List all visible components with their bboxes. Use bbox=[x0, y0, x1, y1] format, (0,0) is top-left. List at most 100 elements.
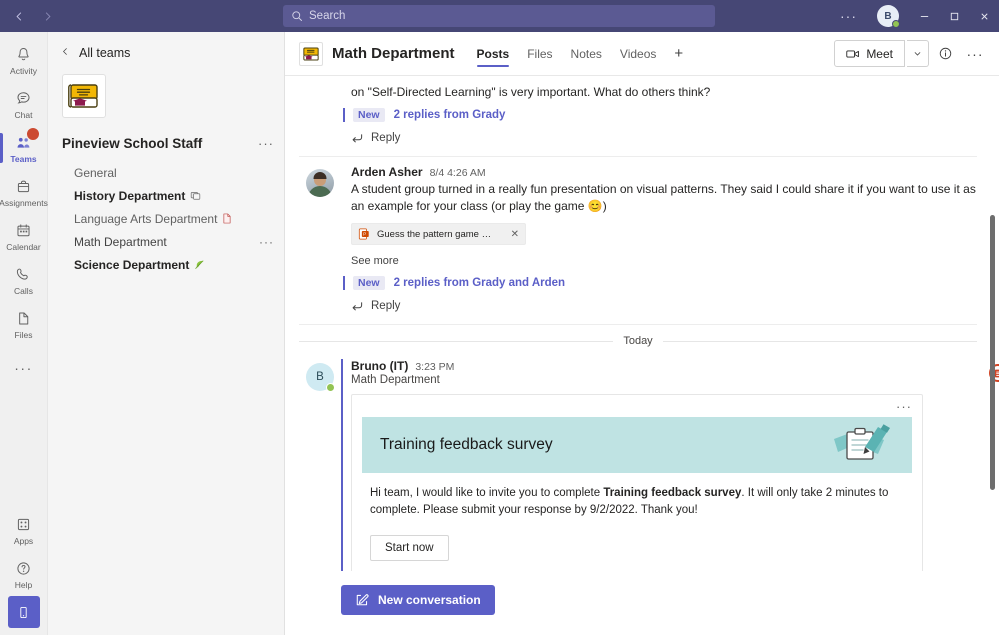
message-arden-asher: Arden Asher 8/4 4:26 AM A student group … bbox=[299, 157, 977, 318]
tab-videos[interactable]: Videos bbox=[612, 32, 664, 76]
new-badge: New bbox=[353, 108, 385, 122]
sidebar-item-activity[interactable]: Activity bbox=[0, 38, 48, 82]
mobile-device-icon bbox=[16, 605, 31, 620]
team-avatar-pineview[interactable] bbox=[62, 74, 106, 118]
tab-label: Posts bbox=[476, 46, 510, 61]
reply-button[interactable]: Reply bbox=[351, 296, 977, 318]
all-teams-back-link[interactable]: All teams bbox=[48, 40, 284, 66]
sidebar-item-apps[interactable]: Apps bbox=[0, 508, 48, 552]
assignments-icon bbox=[15, 177, 32, 197]
message-content: on "Self-Directed Learning" is very impo… bbox=[341, 76, 977, 150]
channel-more-options-button[interactable]: ··· bbox=[259, 235, 274, 249]
start-now-button[interactable]: Start now bbox=[370, 535, 449, 561]
reply-button[interactable]: Reply bbox=[351, 128, 977, 150]
search-container: Search bbox=[283, 5, 715, 27]
book-team-icon bbox=[64, 76, 104, 116]
close-button[interactable] bbox=[969, 0, 999, 32]
avatar[interactable]: B bbox=[306, 363, 335, 392]
survey-name-bold: Training feedback survey bbox=[603, 487, 742, 499]
sidebar-item-teams[interactable]: Teams bbox=[0, 126, 48, 170]
separator-line-left bbox=[299, 340, 614, 342]
avatar-initial: B bbox=[884, 10, 892, 22]
sidebar-item-calendar[interactable]: Calendar bbox=[0, 214, 48, 258]
left-app-rail: Activity Chat Teams Assignments Calendar… bbox=[0, 32, 48, 635]
message-list-scroll[interactable]: on "Self-Directed Learning" is very impo… bbox=[285, 76, 999, 571]
channel-info-button[interactable] bbox=[931, 40, 959, 68]
sidebar-item-chat[interactable]: Chat bbox=[0, 82, 48, 126]
message-replies-bar[interactable]: New 2 replies from Grady and Arden bbox=[343, 276, 977, 290]
replies-link[interactable]: 2 replies from Grady bbox=[394, 109, 506, 121]
scrollbar-thumb[interactable] bbox=[990, 215, 995, 491]
channel-more-options-button[interactable]: ··· bbox=[961, 40, 989, 68]
sidebar-item-calls[interactable]: Calls bbox=[0, 258, 48, 302]
sidebar-item-label: Apps bbox=[13, 535, 34, 546]
message-author: Bruno (IT) bbox=[351, 359, 409, 373]
message-scrollbar[interactable] bbox=[990, 78, 995, 569]
channel-item-history-department[interactable]: History Department bbox=[48, 184, 284, 207]
tab-notes[interactable]: Notes bbox=[563, 32, 610, 76]
sidebar-item-files[interactable]: Files bbox=[0, 302, 48, 346]
close-icon[interactable]: ✕ bbox=[511, 229, 519, 240]
user-avatar[interactable]: B bbox=[877, 5, 900, 28]
sidebar-item-label: Assignments bbox=[0, 197, 48, 208]
message-avatar-column bbox=[299, 76, 341, 150]
attachment-chip[interactable]: P Guess the pattern game show.pptx ✕ bbox=[351, 223, 526, 245]
attachment-filename: Guess the pattern game show.pptx bbox=[377, 228, 492, 240]
avatar[interactable] bbox=[306, 169, 334, 197]
meet-dropdown-button[interactable] bbox=[907, 40, 929, 67]
message-replies-bar[interactable]: New 2 replies from Grady bbox=[343, 108, 977, 122]
start-now-label: Start now bbox=[385, 542, 434, 554]
more-horizontal-icon: ··· bbox=[967, 46, 984, 62]
back-button[interactable] bbox=[6, 3, 32, 29]
channel-name-label: Math Department bbox=[74, 234, 167, 249]
channel-name-label: Science Department bbox=[74, 257, 190, 272]
meet-button[interactable]: Meet bbox=[834, 40, 905, 67]
channel-item-language-arts-department[interactable]: Language Arts Department bbox=[48, 207, 284, 230]
reply-label: Reply bbox=[371, 132, 401, 144]
more-dots-label: ··· bbox=[14, 360, 33, 376]
date-separator-label: Today bbox=[623, 335, 653, 347]
teams-unread-badge bbox=[25, 126, 40, 141]
message-text: A student group turned in a really fun p… bbox=[351, 182, 976, 213]
survey-title: Training feedback survey bbox=[380, 436, 553, 453]
chevron-left-icon bbox=[61, 46, 70, 60]
maximize-button[interactable] bbox=[939, 0, 969, 32]
plus-icon: + bbox=[674, 45, 684, 62]
video-camera-icon bbox=[846, 48, 860, 60]
search-placeholder-text: Search bbox=[309, 10, 346, 22]
forward-button[interactable] bbox=[34, 3, 60, 29]
presence-indicator-available bbox=[326, 383, 335, 392]
teams-sidebar: All teams Pineview School Staff ··· Gene… bbox=[48, 32, 285, 635]
download-mobile-app-button[interactable] bbox=[7, 596, 40, 628]
channel-item-general[interactable]: General bbox=[48, 161, 284, 184]
replies-link[interactable]: 2 replies from Grady and Arden bbox=[394, 277, 565, 289]
channel-item-science-department[interactable]: Science Department bbox=[48, 253, 284, 276]
channel-name-label: History Department bbox=[74, 188, 186, 203]
minimize-button[interactable] bbox=[909, 0, 939, 32]
document-icon bbox=[222, 213, 232, 224]
see-more-link[interactable]: See more bbox=[351, 255, 977, 267]
card-actions: ··· bbox=[352, 395, 922, 417]
compose-area: New conversation bbox=[285, 571, 999, 635]
tab-posts[interactable]: Posts bbox=[469, 32, 518, 76]
card-more-options-button[interactable]: ··· bbox=[896, 399, 912, 414]
message-channel-subtitle: Math Department bbox=[351, 374, 440, 386]
all-teams-label: All teams bbox=[79, 46, 131, 60]
svg-text:P: P bbox=[363, 232, 366, 237]
sidebar-item-label: Chat bbox=[14, 109, 33, 120]
title-bar: Search ··· B bbox=[0, 0, 999, 32]
team-header-pineview[interactable]: Pineview School Staff ··· bbox=[48, 118, 284, 155]
channel-item-math-department[interactable]: Math Department ··· bbox=[48, 230, 284, 253]
new-conversation-button[interactable]: New conversation bbox=[341, 585, 495, 615]
team-more-options-button[interactable]: ··· bbox=[258, 136, 274, 151]
main-content: Math Department Posts Files Notes Videos bbox=[285, 32, 999, 635]
sidebar-item-help[interactable]: Help bbox=[0, 552, 48, 596]
add-tab-button[interactable]: + bbox=[666, 45, 691, 62]
search-input[interactable]: Search bbox=[283, 5, 715, 27]
channel-header: Math Department Posts Files Notes Videos bbox=[285, 32, 999, 76]
titlebar-more-button[interactable]: ··· bbox=[830, 8, 867, 24]
sidebar-item-assignments[interactable]: Assignments bbox=[0, 170, 48, 214]
sidebar-more-apps-button[interactable]: ··· bbox=[0, 346, 48, 390]
tab-files[interactable]: Files bbox=[519, 32, 560, 76]
sidebar-item-label: Teams bbox=[10, 153, 37, 164]
